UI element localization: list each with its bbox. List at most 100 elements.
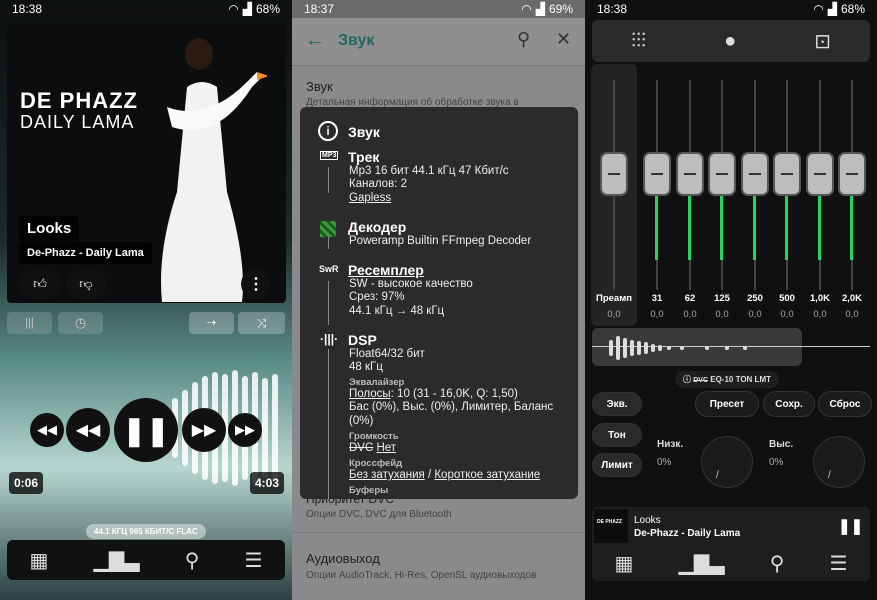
status-time: 18:38 bbox=[597, 2, 628, 16]
seek-forward-button[interactable]: ▶▶ bbox=[228, 413, 262, 447]
band-slider-500[interactable] bbox=[773, 80, 801, 290]
gapless-link[interactable]: Gapless bbox=[349, 192, 391, 206]
search-icon[interactable]: ⚲ bbox=[517, 29, 530, 50]
page-title: Звук bbox=[338, 32, 375, 49]
sleep-timer-button[interactable]: ◷ bbox=[58, 312, 103, 334]
equalizer-icon[interactable]: ▁▇▃ bbox=[679, 551, 725, 576]
eq-toggle-button[interactable]: Экв. bbox=[592, 392, 642, 416]
visualizer-button[interactable]: ||| bbox=[7, 312, 52, 334]
dvc-tag: DVC bbox=[693, 377, 709, 384]
no-fade-link[interactable]: Без затухания bbox=[349, 469, 425, 481]
band-value: 0,0 bbox=[715, 309, 729, 320]
eq-sliders-icon[interactable]: ⫶⫶⫶ bbox=[631, 30, 646, 53]
band-label: 250 bbox=[747, 293, 763, 304]
search-icon[interactable]: ⚲ bbox=[770, 551, 785, 576]
tone-knob-icon[interactable]: ● bbox=[724, 30, 736, 53]
resampler-icon: SwR bbox=[319, 264, 339, 274]
repeat-button[interactable]: ⇢ bbox=[189, 312, 234, 334]
buffers-subheading: Буферы bbox=[349, 485, 389, 496]
wifi-icon: ◠ bbox=[228, 2, 239, 16]
next-button[interactable]: ▶▶ bbox=[182, 408, 226, 452]
band-slider-250[interactable] bbox=[741, 80, 769, 290]
preamp-slider[interactable] bbox=[600, 80, 628, 290]
volume-none-link[interactable]: Нет bbox=[376, 442, 396, 454]
band-slider-1k[interactable] bbox=[806, 80, 834, 290]
equalizer-panel: 18:38 ◠ ▟ 68% ⫶⫶⫶ ● ⊡ Преамп 31 62 125 250 … bbox=[585, 0, 877, 600]
wifi-icon: ◠ bbox=[521, 2, 532, 16]
repeat-icon: ⇢ bbox=[206, 317, 217, 329]
menu-icon[interactable]: ☰ bbox=[829, 551, 847, 576]
previous-button[interactable]: ◀◀ bbox=[66, 408, 110, 452]
resampler-rates: 44.1 кГц → 48 кГц bbox=[349, 305, 445, 317]
library-icon[interactable]: ▦ bbox=[30, 548, 49, 573]
band-label: Преамп bbox=[596, 293, 632, 304]
status-time: 18:37 bbox=[304, 2, 335, 16]
track-channels: Каналов: 2 bbox=[349, 178, 407, 190]
band-slider-125[interactable] bbox=[708, 80, 736, 290]
album-art: DE PHAZZ DAILY LAMA Looks De-Phazz - Dai… bbox=[7, 22, 286, 303]
treble-knob[interactable]: / bbox=[813, 436, 865, 488]
band-label: 2,0K bbox=[841, 293, 863, 304]
thumbs-up-icon: 👍︎ bbox=[33, 276, 47, 291]
settings-item-output-title[interactable]: Аудиовыход bbox=[306, 551, 380, 566]
equalizer-icon[interactable]: ▁▇▃ bbox=[94, 548, 140, 573]
shuffle-button[interactable]: ⤨ bbox=[238, 312, 285, 334]
limiter-toggle-button[interactable]: Лимит bbox=[592, 453, 642, 477]
band-value: 0,0 bbox=[813, 309, 827, 320]
resampler-section-title[interactable]: Ресемплер bbox=[348, 262, 424, 278]
short-fade-link[interactable]: Короткое затухание bbox=[434, 469, 540, 481]
band-label: 1,0K bbox=[809, 293, 831, 304]
fast-rewind-icon: ◀◀ bbox=[37, 422, 57, 437]
back-arrow-icon[interactable]: ← bbox=[305, 29, 325, 52]
eq-toolbar: ⫶⫶⫶ ● ⊡ bbox=[592, 20, 870, 62]
band-value: 0,0 bbox=[650, 309, 664, 320]
app-bar: ← Звук ⚲ ✕ bbox=[292, 18, 585, 66]
menu-icon[interactable]: ☰ bbox=[244, 548, 262, 573]
dislike-button[interactable]: 👎︎ bbox=[65, 270, 107, 298]
save-button[interactable]: Сохр. bbox=[763, 391, 815, 417]
band-slider-62[interactable] bbox=[676, 80, 704, 290]
dsp-bit-depth: Float64/32 бит bbox=[349, 348, 425, 360]
tone-toggle-button[interactable]: Тон bbox=[592, 423, 642, 447]
preset-button[interactable]: Пресет bbox=[695, 391, 759, 417]
like-button[interactable]: 👍︎ bbox=[19, 270, 61, 298]
battery-level: 68% bbox=[255, 2, 280, 16]
info-icon: ⓘ bbox=[683, 375, 691, 384]
library-icon[interactable]: ▦ bbox=[615, 551, 634, 576]
status-time: 18:38 bbox=[12, 2, 43, 16]
preset-name-badge[interactable]: ⓘ DVC EQ-10 TON LMT bbox=[675, 371, 779, 388]
dvc-label: DVC bbox=[349, 442, 374, 454]
eq-bands-link[interactable]: Полосы bbox=[349, 388, 391, 400]
status-bar: 18:38 ◠ ▟ 68% bbox=[585, 0, 877, 18]
search-icon[interactable]: ⚲ bbox=[185, 548, 200, 573]
more-options-button[interactable]: ⋮ bbox=[241, 269, 271, 299]
album-art-text-2: DAILY LAMA bbox=[20, 112, 135, 132]
mini-pause-button[interactable]: ❚❚ bbox=[838, 517, 863, 535]
speaker-icon[interactable]: ⊡ bbox=[814, 29, 831, 54]
signal-icon: ▟ bbox=[827, 2, 837, 16]
play-pause-button[interactable]: ❚❚ bbox=[114, 398, 178, 462]
volume-line: DVC Нет bbox=[349, 442, 396, 456]
artist-album: De-Phazz - Daily Lama bbox=[19, 242, 152, 264]
album-art-text-1: DE PHAZZ bbox=[20, 88, 138, 113]
bass-knob[interactable]: / bbox=[701, 436, 753, 488]
spectrum-wave bbox=[609, 336, 747, 360]
seek-back-button[interactable]: ◀◀ bbox=[30, 413, 64, 447]
resampler-cutoff: Срез: 97% bbox=[349, 291, 405, 303]
close-icon[interactable]: ✕ bbox=[556, 29, 571, 50]
band-slider-2k[interactable] bbox=[838, 80, 866, 290]
settings-item-sound-title[interactable]: Звук bbox=[306, 79, 333, 94]
track-section-title: Трек bbox=[348, 149, 380, 165]
elapsed-time: 0:06 bbox=[9, 472, 44, 494]
decoder-section-title: Декодер bbox=[348, 219, 407, 235]
eq-bands-line: Полосы: 10 (31 - 16,0K, Q: 1,50) bbox=[349, 388, 518, 402]
mini-title: Looks bbox=[634, 515, 661, 526]
track-format: Mp3 16 бит 44.1 кГц 47 Кбит/с bbox=[349, 165, 509, 177]
band-slider-31[interactable] bbox=[643, 80, 671, 290]
mini-player[interactable]: DE PHAZZ Looks De-Phazz - Daily Lama ❚❚ … bbox=[592, 507, 870, 581]
treble-label: Выс. bbox=[769, 439, 794, 450]
player-panel: 18:38 ◠ ▟ 68% DE PHAZZ DAILY LAMA Looks De-… bbox=[0, 0, 292, 600]
dsp-icon: ·|||· bbox=[320, 332, 339, 346]
reset-button[interactable]: Сброс bbox=[818, 391, 872, 417]
settings-item-dvc-sub: Опции DVC, DVC для Bluetooth bbox=[306, 509, 452, 520]
